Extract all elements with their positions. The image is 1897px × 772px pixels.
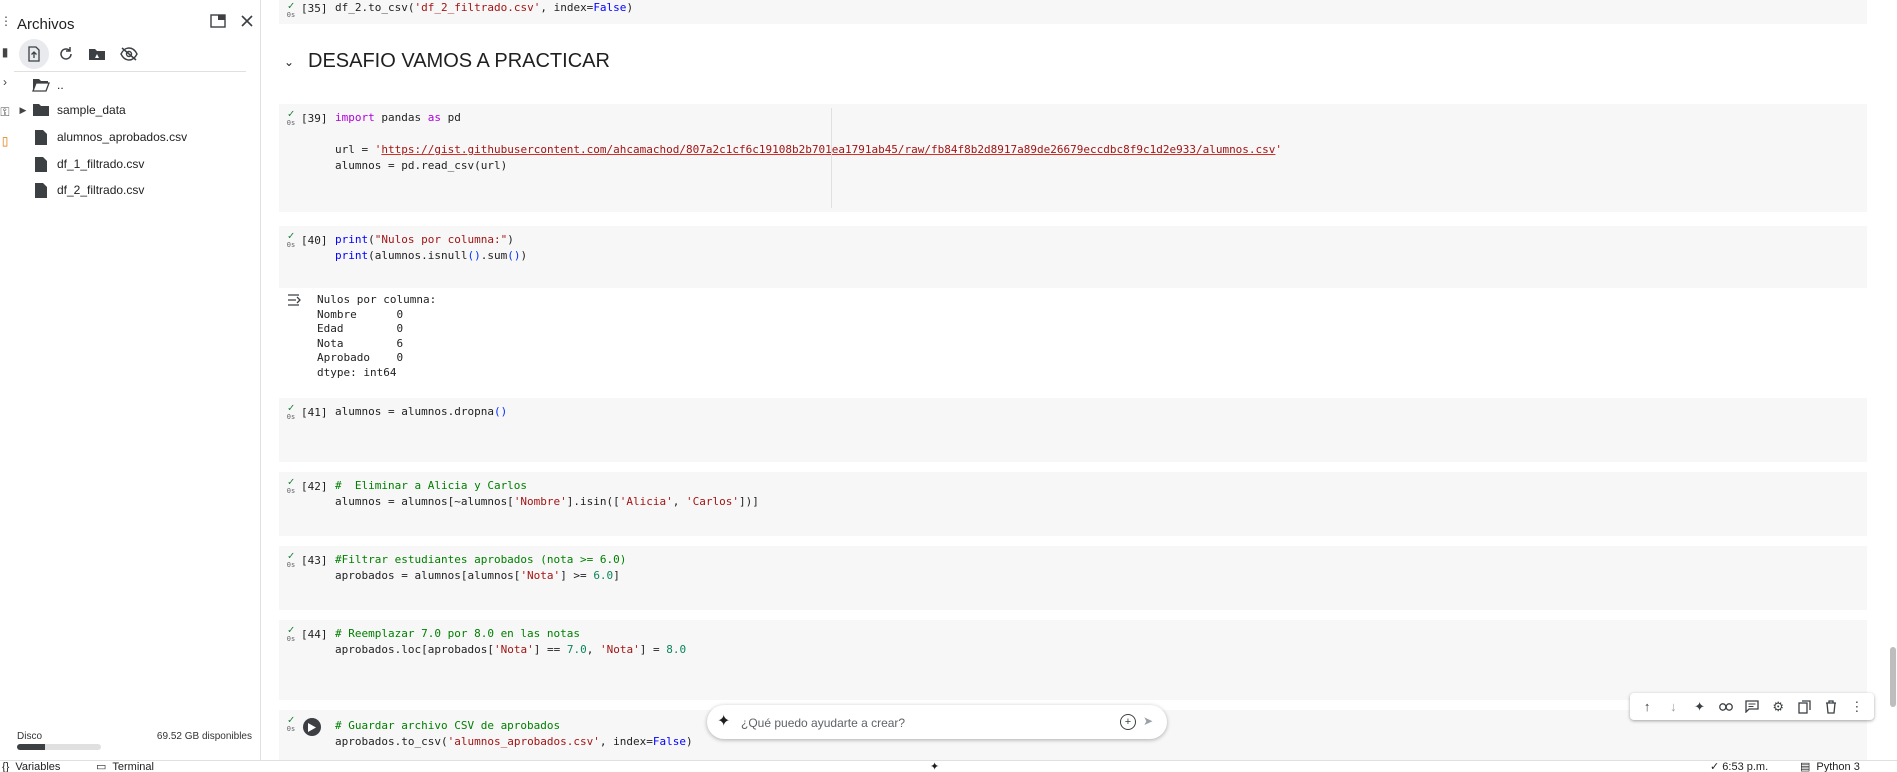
disk-usage-bar <box>17 744 101 750</box>
tree-item-sample-data[interactable]: ▶ sample_data <box>14 98 260 122</box>
folder-icon[interactable]: ▯ <box>0 134 10 148</box>
mount-drive-button[interactable] <box>82 39 112 69</box>
code-cell[interactable]: ✓ 0s [35] df_2.to_csv('df_2_filtrado.csv'… <box>279 0 1867 24</box>
upload-icon <box>28 46 40 62</box>
code-cell[interactable]: ✓ 0s [44] # Reemplazar 7.0 por 8.0 en las… <box>279 620 1867 700</box>
section-title: DESAFIO VAMOS A PRACTICAR <box>308 50 610 72</box>
run-status: ✓ 0s <box>286 713 296 733</box>
tree-item-df2[interactable]: df_2_filtrado.csv <box>14 178 260 202</box>
ai-prompt-input[interactable] <box>739 713 1103 733</box>
exec-count: [42] <box>301 480 328 493</box>
eye-off-icon <box>120 47 138 61</box>
run-status: ✓ 0s <box>286 107 296 127</box>
run-status: ✓ 0s <box>286 229 296 249</box>
output-actions-icon[interactable] <box>287 293 303 307</box>
refresh-button[interactable] <box>51 39 81 69</box>
refresh-icon <box>60 47 72 60</box>
send-icon[interactable]: ➤ <box>1143 714 1153 728</box>
code-editor[interactable]: # Guardar archivo CSV de aprobados aprob… <box>335 718 693 750</box>
notebook: ✓ 0s [35] df_2.to_csv('df_2_filtrado.csv'… <box>261 0 1897 760</box>
chevron-right-icon[interactable]: ▶ <box>16 105 30 116</box>
exec-count: [35] <box>301 2 328 15</box>
tree-item-parent[interactable]: .. <box>14 73 260 97</box>
tree-item-label: df_1_filtrado.csv <box>57 157 145 171</box>
ai-prompt-bar: ✦ + ➤ <box>707 705 1167 739</box>
run-status: ✓ 0s <box>286 401 296 421</box>
delete-icon[interactable] <box>1821 697 1841 717</box>
files-panel-title: Archivos <box>17 16 75 33</box>
tree-item-df1[interactable]: df_1_filtrado.csv <box>14 152 260 176</box>
chevron-down-icon[interactable]: ⌄ <box>279 55 299 69</box>
code-cell[interactable]: ✓ 0s [43] #Filtrar estudiantes aprobados … <box>279 546 1867 610</box>
code-cell[interactable]: ✓ 0s [41] alumnos = alumnos.dropna() <box>279 398 1867 462</box>
folder-icon <box>30 103 52 117</box>
key-icon[interactable]: ⚿ <box>0 105 10 120</box>
cell-toolbar: ↑ ↓ ✦ ⚙ ⋮ <box>1630 693 1874 720</box>
move-down-icon[interactable]: ↓ <box>1663 697 1683 717</box>
divider <box>14 71 246 72</box>
code-editor[interactable]: # Reemplazar 7.0 por 8.0 en las notas ap… <box>335 626 686 658</box>
file-icon <box>30 182 52 198</box>
tree-item-label: sample_data <box>57 103 126 117</box>
link-icon[interactable] <box>1716 697 1736 717</box>
menu-icon[interactable]: ⋮ <box>0 14 12 28</box>
folder-open-icon <box>30 78 52 92</box>
run-status: ✓ 0s <box>286 0 296 19</box>
code-icon[interactable]: › <box>0 75 10 89</box>
disk-label: Disco <box>17 731 43 742</box>
exec-count: [43] <box>301 554 328 567</box>
file-icon <box>30 129 52 145</box>
mirror-cell-icon[interactable] <box>1794 697 1814 717</box>
activity-rail: ⋮ ▮ › ⚿ ▯ <box>0 0 14 771</box>
open-in-tab-icon[interactable] <box>205 9 231 33</box>
code-cell[interactable]: ✓ 0s [40] print("Nulos por columna:") pri… <box>279 226 1867 288</box>
cell-output: Nulos por columna: Nombre 0 Edad 0 Nota … <box>317 293 437 379</box>
section-header[interactable]: ⌄ DESAFIO VAMOS A PRACTICAR <box>279 50 610 73</box>
ruler-line <box>831 108 832 208</box>
gemini-spark-icon[interactable]: ✦ <box>1690 697 1710 717</box>
toggle-hidden-files-button[interactable] <box>114 39 144 69</box>
tree-item-label: alumnos_aprobados.csv <box>57 130 188 144</box>
play-icon <box>308 722 316 732</box>
code-editor[interactable]: # Eliminar a Alicia y Carlos alumnos = a… <box>335 478 759 510</box>
run-status: ✓ 0s <box>286 475 296 495</box>
comment-icon[interactable] <box>1742 697 1762 717</box>
tree-item-label: .. <box>57 78 64 92</box>
code-editor[interactable]: import pandas as pd url = 'https://gist.… <box>335 110 1282 174</box>
code-editor[interactable]: alumnos = alumnos.dropna() <box>335 404 507 420</box>
exec-count: [40] <box>301 234 328 247</box>
exec-count: [41] <box>301 406 328 419</box>
disk-available: 69.52 GB disponibles <box>156 731 252 742</box>
exec-count: [44] <box>301 628 328 641</box>
upload-file-button[interactable] <box>19 39 49 69</box>
code-cell[interactable]: ✓ 0s [42] # Eliminar a Alicia y Carlos al… <box>279 472 1867 536</box>
move-up-icon[interactable]: ↑ <box>1637 697 1657 717</box>
tree-item-alumnos-aprobados[interactable]: alumnos_aprobados.csv <box>14 125 260 149</box>
code-editor[interactable]: df_2.to_csv('df_2_filtrado.csv', index=F… <box>335 0 633 16</box>
code-cell[interactable]: ✓ 0s [39] import pandas as pd url = 'http… <box>279 104 1867 212</box>
run-cell-button[interactable] <box>303 718 321 736</box>
files-panel: Archivos .. ▶ sample_data alumnos_aproba… <box>14 0 261 760</box>
disk-usage-fill <box>17 744 45 750</box>
tree-item-label: df_2_filtrado.csv <box>57 183 145 197</box>
close-icon[interactable] <box>234 9 260 33</box>
add-icon[interactable]: + <box>1120 714 1136 730</box>
drive-folder-icon <box>89 49 105 60</box>
settings-icon[interactable]: ⚙ <box>1768 697 1788 717</box>
toc-icon[interactable]: ▮ <box>0 45 10 59</box>
scrollbar[interactable] <box>1890 647 1896 707</box>
code-editor[interactable]: print("Nulos por columna:") print(alumno… <box>335 232 527 264</box>
exec-count: [39] <box>301 112 328 125</box>
run-status: ✓ 0s <box>286 623 296 643</box>
file-icon <box>30 156 52 172</box>
run-status: ✓ 0s <box>286 549 296 569</box>
gemini-spark-icon: ✦ <box>717 713 731 730</box>
status-bar: {} Variables ▭ Terminal ✦ ✓ 6:53 p.m. ▤ … <box>0 760 1897 772</box>
code-editor[interactable]: #Filtrar estudiantes aprobados (nota >= … <box>335 552 626 584</box>
more-icon[interactable]: ⋮ <box>1847 697 1867 717</box>
